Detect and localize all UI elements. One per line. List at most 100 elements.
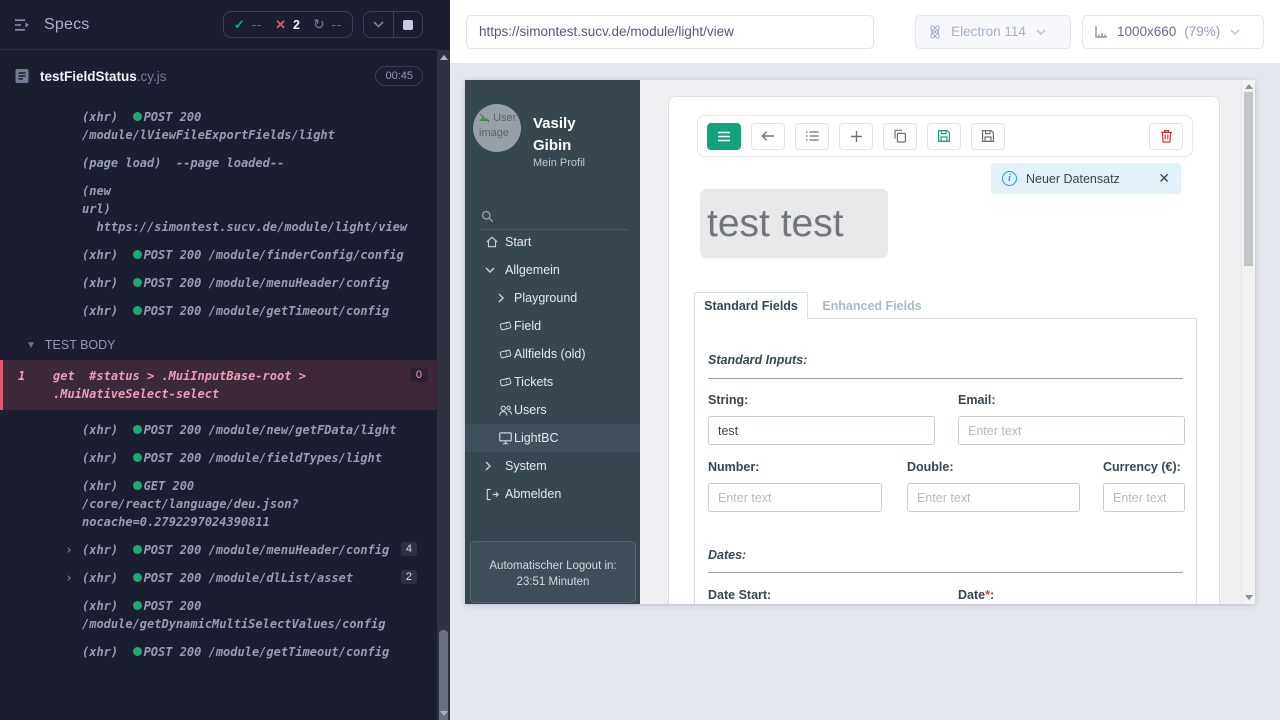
log-entry[interactable]: (xhr) POST 200 /module/getTimeout/config [82, 643, 410, 661]
command-name: get [53, 369, 75, 383]
ticket-icon [498, 319, 513, 333]
sidebar-item-playground[interactable]: Playground [465, 284, 640, 312]
expand-chevron-icon[interactable]: › [65, 542, 73, 560]
spec-row[interactable]: testFieldStatus .cy.js 00:45 [0, 50, 437, 94]
stop-icon [403, 20, 413, 30]
reporter-scroll-track[interactable] [437, 50, 450, 720]
close-icon[interactable]: ✕ [1158, 170, 1170, 187]
sidebar-item-system[interactable]: System [465, 452, 640, 480]
scroll-down-icon[interactable] [1245, 595, 1253, 600]
app-scroll-thumb[interactable] [1244, 92, 1253, 266]
runner-stage: User image Vasily Gibin Mein Profil Star… [450, 63, 1280, 720]
log-tag: (page load) [82, 156, 161, 170]
tab-enhanced-fields[interactable]: Enhanced Fields [808, 292, 936, 319]
save-arrow-button[interactable] [971, 123, 1005, 150]
sidebar-item-label: Playground [514, 291, 577, 305]
specs-menu-icon[interactable] [14, 18, 32, 32]
url-bar[interactable]: https://simontest.sucv.de/module/light/v… [466, 15, 874, 49]
record-title[interactable]: test test [700, 189, 888, 258]
sidebar-item-allfields-old-[interactable]: Allfields (old) [465, 340, 640, 368]
failed-count: 2 [293, 18, 300, 32]
viewport-size: 1000x660 [1117, 24, 1176, 39]
app-scrollbar[interactable] [1241, 80, 1255, 604]
copy-button[interactable] [883, 123, 917, 150]
sidebar-item-field[interactable]: Field [465, 312, 640, 340]
log-entry[interactable]: ›(xhr) POST 200 /module/dlList/asset2 [82, 569, 410, 587]
log-tag: (xhr) [82, 543, 118, 557]
tabs-bar: Standard FieldsEnhanced Fields [694, 292, 936, 319]
sidebar-item-users[interactable]: Users [465, 396, 640, 424]
field-number: Number: [708, 460, 882, 512]
reporter-scrollbar[interactable] [437, 0, 450, 720]
users-icon [498, 404, 513, 417]
field-label: Date Start: [708, 588, 771, 602]
broken-image-icon [479, 113, 490, 127]
sidebar-search-input[interactable] [480, 207, 628, 230]
log-entry[interactable]: (xhr) POST 200 /module/menuHeader/config [82, 274, 410, 292]
sidebar-item-allgemein[interactable]: Allgemein [465, 256, 640, 284]
scroll-up-icon[interactable] [440, 55, 448, 60]
field-input-email[interactable] [958, 416, 1185, 445]
stop-run-button[interactable] [393, 12, 422, 37]
log-entry[interactable]: (xhr) POST 200 /module/fieldTypes/light [82, 449, 410, 467]
reporter-scroll-thumb[interactable] [439, 630, 448, 720]
sidebar-item-abmelden[interactable]: Abmelden [465, 480, 640, 508]
log-entry[interactable]: (xhr) POST 200 /module/getTimeout/config [82, 302, 410, 320]
record-card: i Neuer Datensatz ✕ test test Standard F… [668, 96, 1220, 604]
log-entry[interactable]: (xhr) POST 200 /module/finderConfig/conf… [82, 246, 410, 264]
field-input-number[interactable] [708, 483, 882, 512]
sidebar-item-start[interactable]: Start [465, 228, 640, 256]
trash-button[interactable] [1149, 123, 1183, 150]
status-dot-icon [133, 481, 142, 490]
sidebar-item-tickets[interactable]: Tickets [465, 368, 640, 396]
chevron-right-icon [498, 293, 504, 303]
field-input-double[interactable] [907, 483, 1080, 512]
save-arrow-icon [981, 129, 995, 143]
log-entry[interactable]: (new url) https://simontest.sucv.de/modu… [82, 182, 410, 236]
avatar[interactable]: User image [473, 104, 521, 152]
tab-standard-fields[interactable]: Standard Fields [694, 292, 808, 319]
menu-button[interactable] [707, 123, 741, 150]
test-body-section[interactable]: ▼ TEST BODY [0, 330, 437, 360]
status-dot-icon [133, 250, 142, 259]
log-tag: (xhr) [82, 645, 118, 659]
save-button[interactable] [927, 123, 961, 150]
sidebar-item-label: System [505, 459, 547, 473]
list-button[interactable] [795, 123, 829, 150]
field-input-currency-[interactable] [1103, 483, 1185, 512]
browser-selector[interactable]: Electron 114 [915, 15, 1071, 49]
collapse-chevron-button[interactable] [364, 12, 393, 37]
field-input-string[interactable] [708, 416, 935, 445]
viewport-scale-icon [1094, 24, 1109, 39]
record-toolbar [697, 115, 1193, 157]
log-entry[interactable]: ›(xhr) POST 200 /module/menuHeader/confi… [82, 541, 410, 559]
viewport-selector[interactable]: 1000x660 (79%) [1082, 15, 1264, 49]
log-message: POST 200 /module/lViewFileExportFields/l… [82, 110, 335, 142]
app-sidebar: User image Vasily Gibin Mein Profil Star… [465, 80, 640, 604]
log-entry[interactable]: (xhr) POST 200 /module/new/getFData/ligh… [82, 421, 410, 439]
expand-chevron-icon[interactable]: › [65, 570, 73, 588]
log-message: POST 200 /module/menuHeader/config [144, 543, 390, 557]
profile-link[interactable]: Mein Profil [533, 157, 585, 169]
specs-title: Specs [44, 16, 89, 34]
field-string: String: [708, 393, 935, 445]
plus-button[interactable] [839, 123, 873, 150]
ticket-icon [498, 347, 513, 361]
sidebar-item-lightbc[interactable]: LightBC [465, 424, 640, 452]
scroll-down-icon[interactable] [440, 711, 448, 716]
field-label: Date*: [958, 588, 994, 602]
section-label: TEST BODY [45, 338, 116, 352]
sidebar-item-label: Field [514, 319, 541, 333]
log-entry[interactable]: (xhr) POST 200 /module/lViewFileExportFi… [82, 108, 410, 144]
log-tag: (xhr) [82, 451, 118, 465]
failed-command-row[interactable]: 1 get #status > .MuiInputBase-root > .Mu… [0, 360, 437, 410]
sidebar-item-label: Abmelden [505, 487, 561, 501]
viewport-zoom: (79%) [1184, 24, 1220, 39]
reporter-header: Specs ✓ -- ✕ 2 ↻ -- [0, 0, 437, 50]
arrow-left-button[interactable] [751, 123, 785, 150]
scroll-up-icon[interactable] [1245, 84, 1253, 89]
log-message: POST 200 /module/menuHeader/config [144, 276, 390, 290]
log-entry[interactable]: (page load) --page loaded-- [82, 154, 410, 172]
log-entry[interactable]: (xhr) GET 200 /core/react/language/deu.j… [82, 477, 410, 531]
log-entry[interactable]: (xhr) POST 200 /module/getDynamicMultiSe… [82, 597, 410, 633]
